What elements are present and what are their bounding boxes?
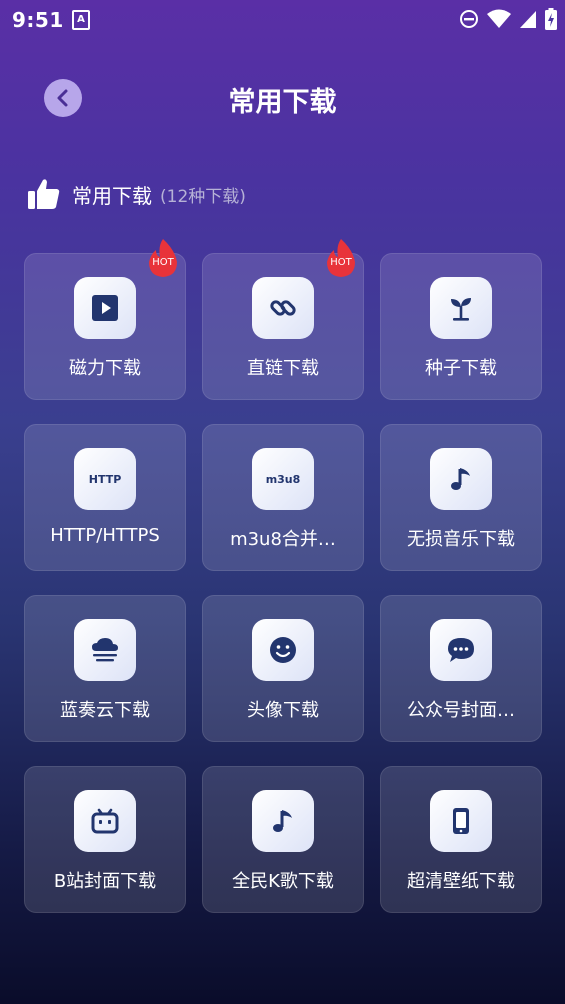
card-kge-download[interactable]: 全民K歌下载 — [202, 766, 364, 913]
hot-badge-text: HOT — [152, 257, 174, 268]
tile-icon: HTTP — [74, 448, 136, 510]
section-header: 常用下载 (12种下载) — [26, 174, 246, 214]
tile-icon: m3u8 — [252, 448, 314, 510]
smiley-icon — [270, 637, 296, 663]
cloud-icon — [92, 638, 118, 662]
tile-icon — [252, 790, 314, 852]
header: 常用下载 — [0, 70, 565, 126]
tile-icon — [74, 619, 136, 681]
card-label: 全民K歌下载 — [232, 871, 334, 892]
card-label: 直链下载 — [247, 358, 319, 379]
battery-charging-icon — [545, 8, 557, 30]
card-label: B站封面下载 — [53, 871, 157, 892]
card-label: 超清壁纸下载 — [407, 871, 515, 892]
card-label: 种子下载 — [425, 358, 497, 379]
thumbs-up-icon — [28, 179, 60, 209]
phone-icon — [453, 808, 469, 834]
card-bilibili-cover-download[interactable]: B站封面下载 — [24, 766, 186, 913]
card-label: 磁力下载 — [69, 358, 141, 379]
tile-icon — [430, 448, 492, 510]
cell-signal-icon — [520, 11, 536, 28]
card-lanzou-cloud-download[interactable]: 蓝奏云下载 — [24, 595, 186, 742]
tile-icon — [430, 277, 492, 339]
music-note-icon — [273, 810, 292, 832]
link-icon — [270, 300, 296, 316]
play-icon — [92, 295, 118, 321]
wifi-icon — [487, 9, 511, 28]
tile-icon — [430, 619, 492, 681]
tile-icon — [252, 277, 314, 339]
hot-badge-text: HOT — [330, 257, 352, 268]
card-direct-link-download[interactable]: 直链下载 HOT — [202, 239, 364, 400]
card-torrent-download[interactable]: 种子下载 — [380, 253, 542, 400]
section-count: (12种下载) — [160, 186, 246, 207]
card-label: 无损音乐下载 — [407, 529, 515, 550]
download-grid: 磁力下载 HOT 直链下载 HOT 种子下载 HTTP HTTP/HTTPS m… — [24, 239, 542, 913]
tile-icon — [430, 790, 492, 852]
card-avatar-download[interactable]: 头像下载 — [202, 595, 364, 742]
card-label: m3u8合并… — [230, 529, 336, 550]
sprout-icon — [451, 298, 471, 321]
card-m3u8-merge[interactable]: m3u8 m3u8合并… — [202, 424, 364, 571]
tile-icon — [74, 790, 136, 852]
section-title: 常用下载 — [72, 183, 152, 208]
card-label: HTTP/HTTPS — [50, 525, 160, 546]
card-magnet-download[interactable]: 磁力下载 HOT — [24, 239, 186, 400]
music-note-icon — [451, 468, 470, 490]
hot-badge-icon: HOT — [149, 239, 177, 277]
do-not-disturb-icon — [460, 10, 478, 28]
tile-icon — [252, 619, 314, 681]
card-hd-wallpaper-download[interactable]: 超清壁纸下载 — [380, 766, 542, 913]
hot-badge-icon: HOT — [327, 239, 355, 277]
m3u8-icon: m3u8 — [265, 472, 301, 486]
status-icons — [459, 8, 557, 30]
bilibili-tv-icon — [91, 808, 119, 834]
card-label: 公众号封面… — [407, 700, 515, 721]
card-http-download[interactable]: HTTP HTTP/HTTPS — [24, 424, 186, 571]
status-bar: 9:51 A — [0, 0, 565, 38]
http-icon: HTTP — [88, 472, 122, 486]
tile-icon — [74, 277, 136, 339]
card-label: 蓝奏云下载 — [60, 700, 150, 721]
card-lossless-music-download[interactable]: 无损音乐下载 — [380, 424, 542, 571]
chat-bubble-icon — [448, 638, 474, 662]
page-title: 常用下载 — [228, 87, 337, 118]
status-time: 9:51 — [12, 8, 64, 32]
notification-app-icon: A — [72, 10, 90, 30]
card-label: 头像下载 — [247, 700, 319, 721]
card-wechat-cover-download[interactable]: 公众号封面… — [380, 595, 542, 742]
